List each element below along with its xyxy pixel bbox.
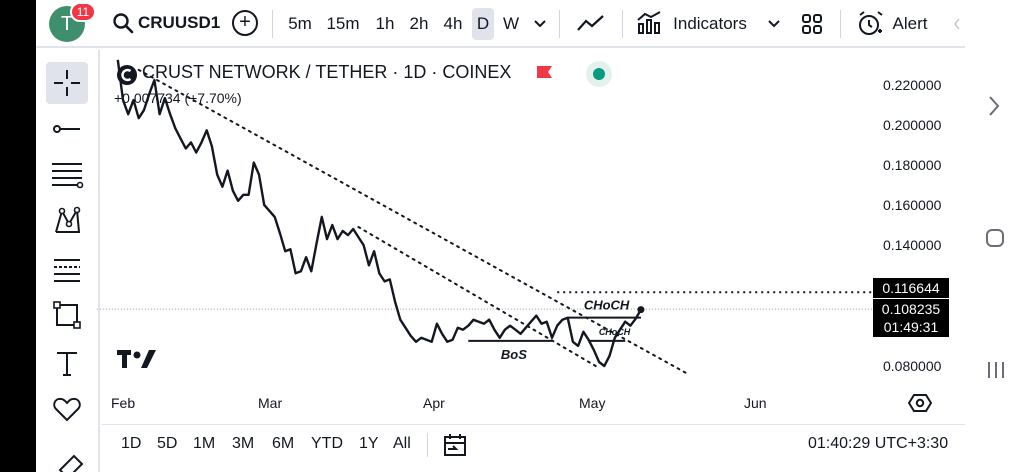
market-status-icon[interactable]	[585, 60, 613, 88]
choch-label: CHoCH	[584, 298, 630, 313]
price-scale[interactable]: 0.220000 0.200000 0.180000 0.160000 0.14…	[873, 50, 965, 422]
recent-apps-icon[interactable]	[985, 360, 1007, 380]
coin-logo-icon	[117, 65, 137, 85]
time-tick: Mar	[258, 395, 283, 411]
range-YTD[interactable]: YTD	[311, 435, 343, 453]
go-to-date-icon[interactable]	[442, 432, 468, 458]
last-price-tag: 0.108235	[873, 299, 949, 319]
bottom-toolbar: 1D 5D 1M 3M 6M YTD 1Y All 01:40:29 UTC+3…	[102, 424, 965, 464]
time-tick: Apr	[423, 395, 445, 411]
price-tick: 0.180000	[883, 157, 942, 173]
chart-settings-icon[interactable]	[908, 392, 932, 414]
app-frame: T 11 CRUUSD1 + 5m 15m 1h 2h 4h D W Indic…	[0, 0, 1024, 472]
dotted-level-price-tag: 0.116644	[873, 278, 949, 298]
time-tick: Jun	[744, 395, 767, 411]
price-tick: 0.140000	[883, 237, 942, 253]
price-tick: 0.200000	[883, 117, 942, 133]
range-1Y[interactable]: 1Y	[359, 435, 379, 453]
chevron-right-icon[interactable]	[987, 94, 1001, 118]
choch-small-label: CHoCH	[599, 327, 631, 337]
range-5D[interactable]: 5D	[157, 435, 177, 453]
tradingview-logo-icon	[117, 350, 156, 368]
range-6M[interactable]: 6M	[272, 435, 294, 453]
range-All[interactable]: All	[393, 435, 411, 453]
last-price-point	[637, 306, 645, 314]
system-side-bar	[965, 0, 1024, 472]
range-1D[interactable]: 1D	[121, 435, 141, 453]
price-change: +0.007734 (+7.70%)	[114, 90, 242, 106]
flag-icon[interactable]	[536, 65, 554, 81]
bar-countdown-tag: 01:49:31	[873, 317, 949, 337]
price-tick: 0.080000	[883, 358, 942, 374]
time-tick: May	[579, 395, 606, 411]
range-1M[interactable]: 1M	[193, 435, 215, 453]
divider	[427, 433, 428, 457]
bos-label: BoS	[501, 347, 527, 362]
chart-legend-title[interactable]: CRUST NETWORK / TETHER · 1D · COINEX	[142, 62, 511, 83]
range-3M[interactable]: 3M	[232, 435, 254, 453]
timezone-clock[interactable]: 01:40:29 UTC+3:30	[808, 435, 948, 453]
home-button-icon[interactable]	[985, 228, 1005, 248]
time-tick: Feb	[111, 395, 136, 411]
price-tick: 0.160000	[883, 197, 942, 213]
price-tick: 0.220000	[883, 77, 942, 93]
